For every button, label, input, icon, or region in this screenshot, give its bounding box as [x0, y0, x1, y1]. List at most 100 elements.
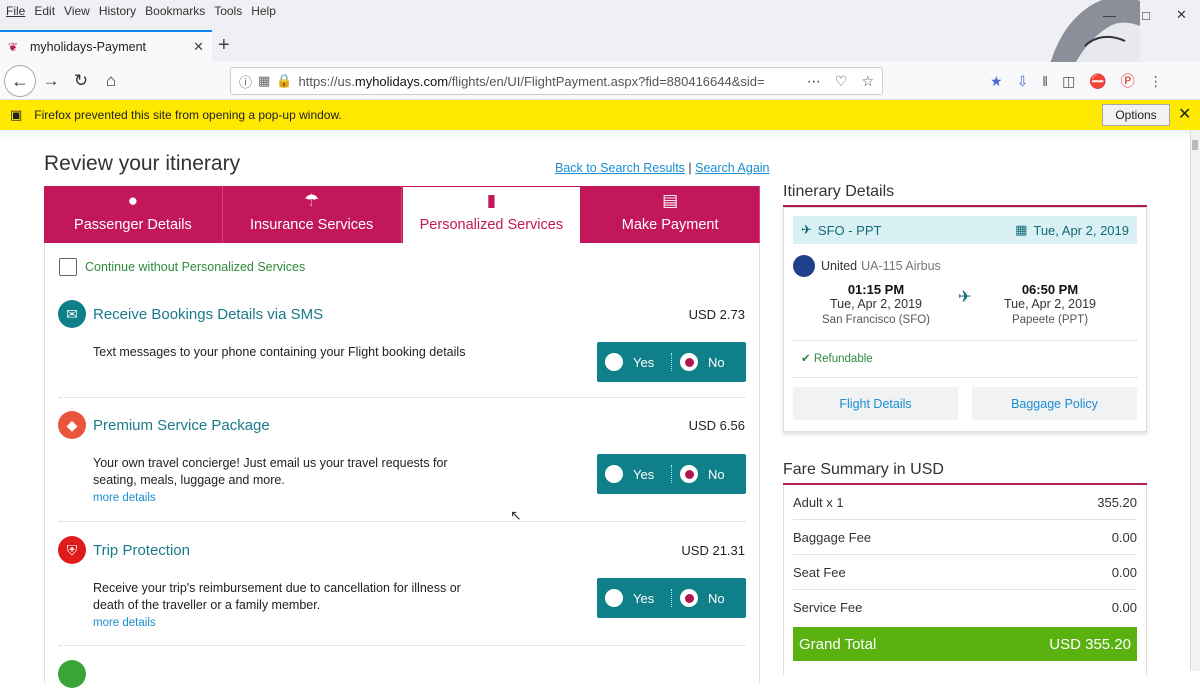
grand-total: Grand Total USD 355.20	[793, 627, 1137, 661]
yes-option[interactable]: Yes	[597, 353, 671, 371]
adblock-icon[interactable]: ⛔	[1089, 73, 1106, 90]
menu-edit[interactable]: Edit	[34, 4, 55, 18]
url-bar[interactable]: ⓘ ▦ 🔒 https://us. myholidays.com/flights/…	[230, 67, 883, 95]
search-again-link[interactable]: Search Again	[695, 161, 769, 175]
fare-row: Baggage Fee 0.00	[793, 520, 1137, 555]
menu-bookmarks[interactable]: Bookmarks	[145, 4, 205, 18]
flight-number: UA-115 Airbus	[861, 259, 941, 273]
yes-label: Yes	[633, 590, 655, 606]
pinterest-icon[interactable]: Ⓟ	[1121, 71, 1135, 91]
more-details-link[interactable]: more details	[93, 617, 156, 629]
browser-tab[interactable]: ❦ myholidays-Payment ✕	[0, 30, 212, 62]
permissions-icon[interactable]: ▦	[258, 73, 270, 89]
service-title: Trip Protection	[93, 542, 190, 559]
no-option[interactable]: No	[671, 353, 746, 371]
close-tab-icon[interactable]: ✕	[193, 39, 204, 55]
yes-label: Yes	[633, 354, 655, 370]
shield-icon: ⛨	[58, 536, 86, 564]
scrollbar[interactable]	[1190, 130, 1200, 671]
yes-option[interactable]: Yes	[597, 589, 671, 607]
forward-button[interactable]: →	[36, 66, 66, 96]
itinerary-header: Itinerary Details	[783, 183, 895, 200]
scrollbar-thumb[interactable]	[1192, 140, 1198, 150]
arrive-city: Papeete (PPT)	[1011, 314, 1089, 326]
flight-arrow-icon: ✈	[958, 289, 972, 306]
depart-time: 01:15 PM	[847, 282, 905, 297]
arrive-date: Tue, Apr 2, 2019	[1004, 297, 1096, 311]
reload-button[interactable]: ↻	[66, 66, 96, 96]
divider	[59, 521, 745, 522]
step-label: Make Payment	[621, 217, 719, 233]
no-label: No	[708, 354, 725, 370]
page-actions-icon[interactable]: ⋯	[807, 73, 821, 90]
sms-icon: ✉	[58, 300, 86, 328]
arrive-time: 06:50 PM	[1021, 282, 1079, 297]
next-service-icon	[58, 660, 86, 688]
route: SFO - PPT	[817, 222, 882, 238]
maximize-icon[interactable]: □	[1142, 8, 1150, 23]
menu-tools[interactable]: Tools	[214, 4, 242, 18]
credit-card-icon: ▤	[662, 191, 679, 210]
premium-toggle: Yes No	[597, 454, 746, 494]
yes-radio[interactable]	[605, 353, 623, 371]
pocket-icon[interactable]: ♡	[835, 73, 848, 90]
person-icon: ●	[127, 191, 139, 210]
url-prefix: https://us.	[298, 73, 355, 89]
baggage-policy-button[interactable]: Baggage Policy	[972, 387, 1137, 420]
library-icon[interactable]: ‖	[1042, 73, 1048, 89]
plane-icon: ✈	[801, 222, 812, 237]
fare-row: Adult x 1 355.20	[793, 485, 1137, 520]
step-label: Insurance Services	[249, 217, 374, 233]
airline-info: United UA-115 Airbus	[793, 255, 941, 277]
service-price: USD 6.56	[688, 418, 745, 433]
fare-value: 0.00	[1111, 564, 1137, 580]
continue-without-checkbox[interactable]	[59, 258, 77, 276]
step-personalized-services[interactable]: ▮ Personalized Services	[401, 186, 582, 243]
divider	[793, 340, 1137, 341]
no-radio[interactable]	[680, 465, 698, 483]
step-passenger-details[interactable]: ● Passenger Details	[44, 186, 223, 243]
new-tab-icon[interactable]: +	[218, 30, 238, 60]
step-make-payment[interactable]: ▤ Make Payment	[581, 186, 760, 243]
sms-toggle: Yes No	[597, 342, 746, 382]
no-radio[interactable]	[680, 589, 698, 607]
site-favicon-icon: ❦	[8, 40, 19, 54]
menu-view[interactable]: View	[64, 4, 90, 18]
fare-row: Service Fee 0.00	[793, 590, 1137, 625]
more-details-link[interactable]: more details	[93, 492, 156, 504]
bookmark-star-icon[interactable]: ☆	[861, 73, 874, 90]
departure-block: 01:15 PM Tue, Apr 2, 2019 San Francisco …	[815, 282, 937, 326]
yes-radio[interactable]	[605, 465, 623, 483]
sidebar-icon[interactable]: ◫	[1062, 73, 1075, 90]
menu-file[interactable]: File	[6, 4, 25, 18]
route-bar: ✈ SFO - PPT ▦ Tue, Apr 2, 2019	[793, 216, 1137, 244]
back-to-search-link[interactable]: Back to Search Results	[555, 161, 685, 175]
fare-row: Seat Fee 0.00	[793, 555, 1137, 590]
close-window-icon[interactable]: ✕	[1176, 7, 1187, 23]
no-option[interactable]: No	[671, 589, 746, 607]
umbrella-icon: ☂	[304, 191, 320, 210]
window-controls: — □ ✕	[1090, 0, 1200, 30]
continue-without-label[interactable]: Continue without Personalized Services	[85, 260, 305, 274]
no-radio[interactable]	[680, 353, 698, 371]
no-label: No	[708, 466, 725, 482]
menu-help[interactable]: Help	[251, 4, 276, 18]
back-button[interactable]: ←	[4, 65, 36, 97]
united-logo-icon	[793, 255, 815, 277]
lock-icon[interactable]: 🔒	[276, 73, 292, 89]
overflow-menu-icon[interactable]: ⋮	[1149, 73, 1163, 90]
diamond-icon: ◆	[58, 411, 86, 439]
yes-radio[interactable]	[605, 589, 623, 607]
flight-details-button[interactable]: Flight Details	[793, 387, 958, 420]
notification-close-icon[interactable]: ✕	[1178, 104, 1191, 124]
info-icon[interactable]: ⓘ	[239, 72, 252, 91]
download-icon[interactable]: ⇩	[1017, 73, 1029, 90]
step-insurance-services[interactable]: ☂ Insurance Services	[222, 186, 402, 243]
minimize-icon[interactable]: —	[1103, 8, 1116, 23]
notification-options-button[interactable]: Options	[1102, 104, 1170, 126]
yes-option[interactable]: Yes	[597, 465, 671, 483]
no-option[interactable]: No	[671, 465, 746, 483]
menu-history[interactable]: History	[99, 4, 136, 18]
bookmarks-star-icon[interactable]: ★	[990, 73, 1003, 90]
home-button[interactable]: ⌂	[96, 66, 126, 96]
